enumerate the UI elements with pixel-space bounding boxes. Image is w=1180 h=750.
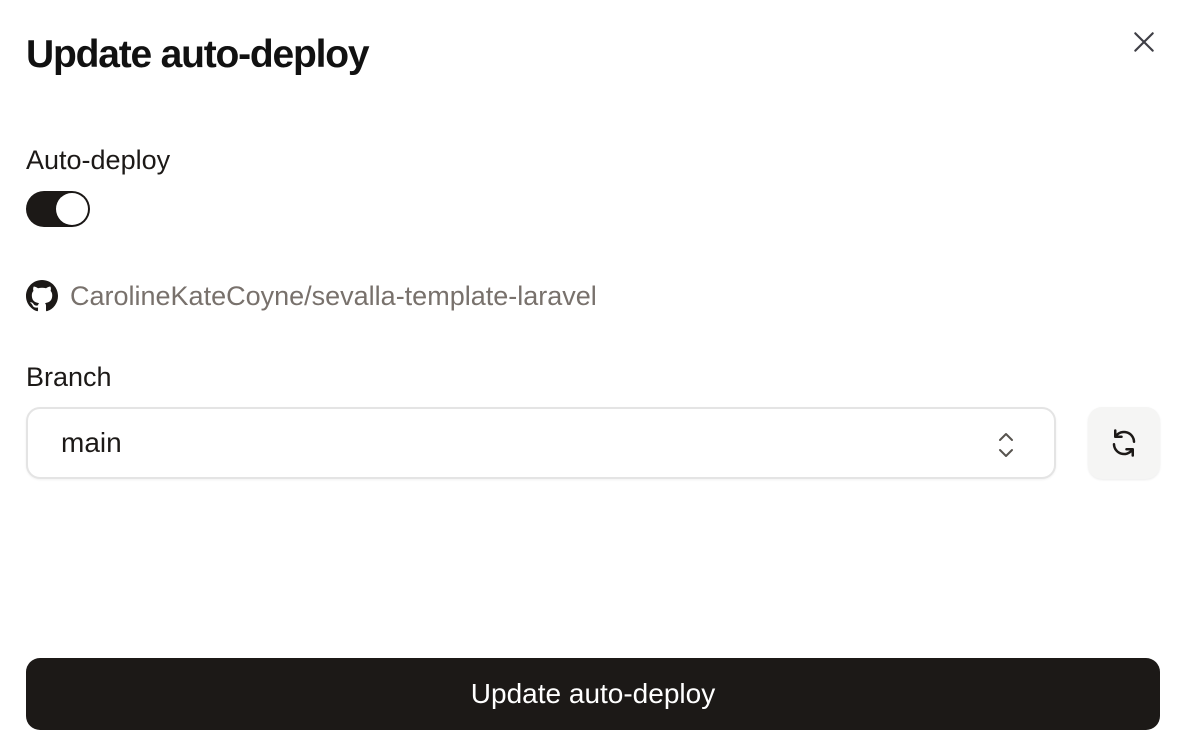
auto-deploy-label: Auto-deploy bbox=[26, 145, 171, 175]
branch-selected-value: main bbox=[61, 427, 122, 458]
repository-link[interactable]: CarolineKateCoyne/sevalla-template-larav… bbox=[70, 278, 597, 314]
refresh-icon bbox=[1109, 428, 1139, 458]
close-button[interactable] bbox=[1124, 22, 1164, 62]
update-auto-deploy-button[interactable]: Update auto-deploy bbox=[26, 658, 1160, 730]
dialog-title: Update auto-deploy bbox=[26, 33, 370, 76]
auto-deploy-toggle[interactable] bbox=[26, 191, 90, 227]
github-icon bbox=[26, 280, 58, 312]
update-auto-deploy-dialog: Update auto-deploy Auto-deploy CarolineK… bbox=[0, 0, 1180, 750]
chevrons-up-down-icon bbox=[994, 430, 1018, 460]
refresh-branches-button[interactable] bbox=[1088, 407, 1160, 479]
branch-select[interactable]: main bbox=[26, 407, 1056, 479]
toggle-knob bbox=[56, 193, 88, 225]
branch-label: Branch bbox=[26, 362, 112, 392]
repository-row: CarolineKateCoyne/sevalla-template-larav… bbox=[26, 278, 597, 314]
close-icon bbox=[1131, 29, 1157, 55]
